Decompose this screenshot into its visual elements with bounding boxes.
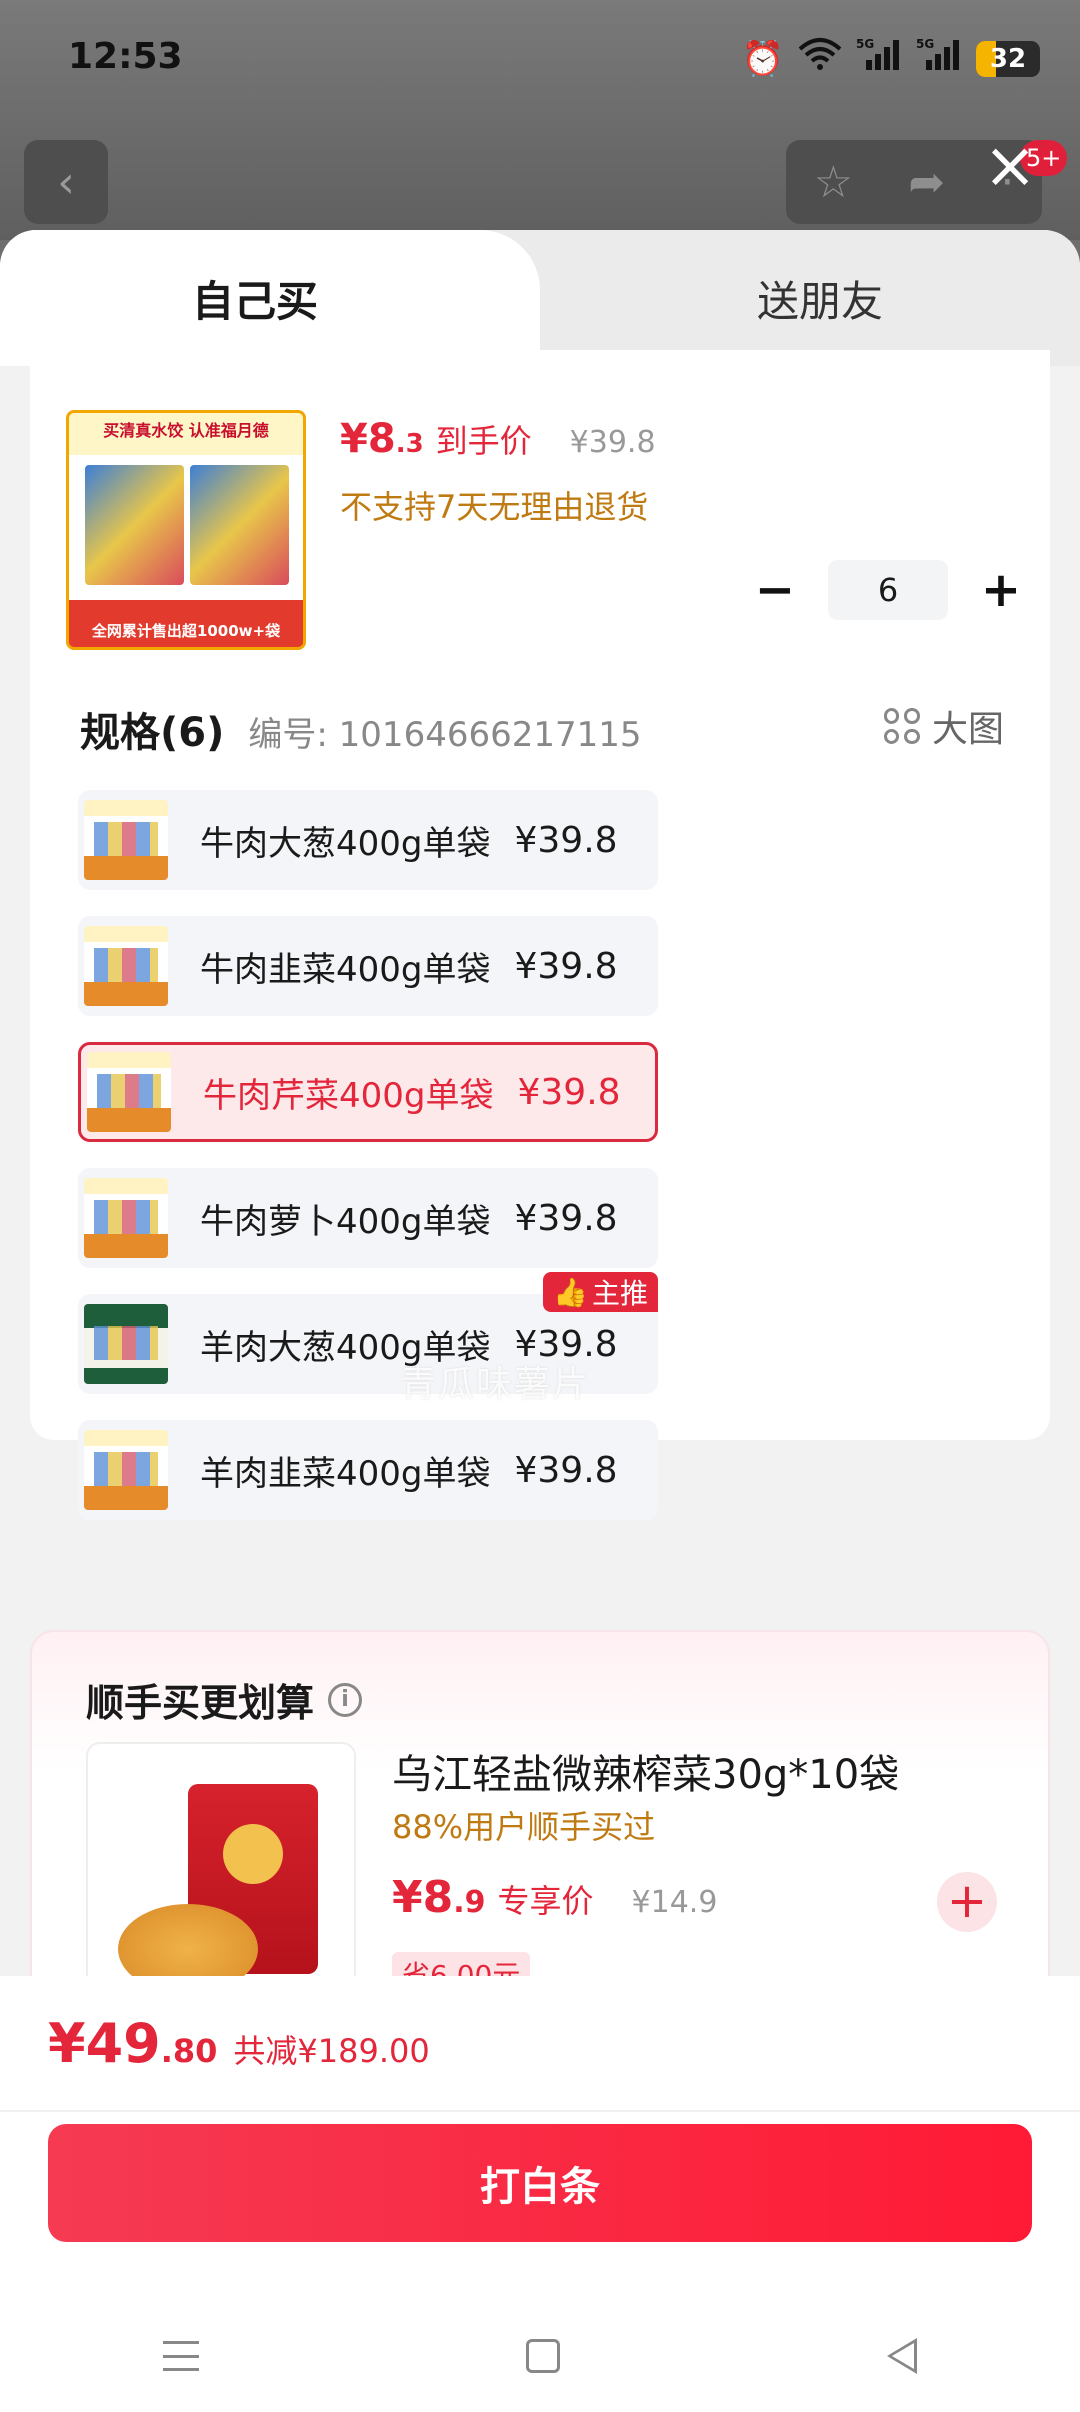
spec-option[interactable]: 牛肉萝卜400g单袋 ¥39.8: [78, 1168, 658, 1268]
bundle-price-label: 专享价: [497, 1882, 594, 1920]
share-icon: ➦: [908, 156, 946, 208]
spec-name: 牛肉萝卜400g单袋: [200, 1201, 491, 1242]
back-icon: ‹: [24, 140, 108, 224]
thumbs-up-icon: 👍: [553, 1275, 588, 1309]
total-row: ¥49.80 共减¥189.00: [48, 2012, 430, 2075]
tab-buy-for-self[interactable]: 自己买: [0, 230, 540, 366]
star-icon: ☆: [813, 156, 854, 208]
svg-text:5G: 5G: [856, 37, 874, 51]
total-integer: 49: [85, 2012, 161, 2075]
spec-name: 牛肉韭菜400g单袋: [200, 949, 491, 990]
battery-level: 32: [989, 43, 1027, 74]
status-time: 12:53: [68, 36, 183, 77]
spec-thumbnail: [84, 1304, 168, 1384]
total-amount: ¥49.80: [48, 2012, 217, 2075]
spec-name: 牛肉芹菜400g单袋: [203, 1075, 494, 1116]
total-discount: 共减¥189.00: [233, 2032, 430, 2070]
spec-price: ¥39.8: [517, 1071, 621, 1113]
signal-5g-icon: 5G: [856, 36, 902, 81]
spec-list: 牛肉大葱400g单袋 ¥39.8 牛肉韭菜400g单袋 ¥39.8 牛肉芹菜40…: [78, 790, 658, 1546]
watermark: 青瓜味薯片: [400, 1364, 591, 1405]
recommended-badge: 👍 主推: [543, 1272, 658, 1312]
tab-bar: 自己买 送朋友: [0, 230, 1080, 366]
back-nav-icon[interactable]: [886, 2338, 917, 2374]
bundle-price: ¥8.9: [392, 1872, 486, 1923]
spec-price: ¥39.8: [514, 819, 618, 861]
grid-icon: [883, 708, 920, 744]
spec-thumbnail: [84, 926, 168, 1006]
increase-button[interactable]: +: [976, 565, 1026, 615]
bundle-original-price: ¥14.9: [631, 1885, 718, 1920]
product-card: 买清真水饺 认准福月德 全网累计售出超1000w+袋 ¥8.3 到手价 ¥39.…: [30, 350, 1050, 1520]
quantity-input[interactable]: 6: [828, 560, 948, 620]
close-icon[interactable]: ×: [980, 134, 1040, 198]
product-image: 买清真水饺 认准福月德 全网累计售出超1000w+袋: [66, 410, 306, 650]
recommended-label: 主推: [591, 1277, 648, 1310]
bundle-price-integer: 8: [422, 1872, 454, 1923]
bundle-title-text: 顺手买更划算: [86, 1681, 315, 1725]
product-image-footer: 全网累计售出超1000w+袋: [91, 622, 281, 640]
bundle-title: 顺手买更划算 i: [86, 1672, 363, 1727]
price-integer: 8: [367, 416, 396, 462]
spec-thumbnail: [84, 800, 168, 880]
system-nav-bar: [0, 2300, 1080, 2412]
spec-thumbnail: [84, 1178, 168, 1258]
decrease-button[interactable]: −: [750, 565, 800, 615]
bundle-offer-card: 顺手买更划算 i 乌江轻盐微辣榨菜30g*10袋 88%用户顺手买过 ¥8.9 …: [30, 1630, 1050, 2030]
spec-option[interactable]: 牛肉韭菜400g单袋 ¥39.8: [78, 916, 658, 1016]
spec-price: ¥39.8: [514, 1449, 618, 1491]
pay-with-baitiao-button[interactable]: 打白条: [48, 2124, 1032, 2242]
return-policy-note: 不支持7天无理由退货: [340, 488, 649, 526]
home-icon[interactable]: [525, 2339, 560, 2373]
signal-5g-icon: 5G: [916, 36, 962, 81]
status-bar: 12:53 ⏰ 5G 5G 32: [0, 0, 1080, 120]
spec-header: 规格(6) 编号: 10164666217115: [80, 700, 642, 758]
svg-text:5G: 5G: [916, 37, 934, 51]
spec-price: ¥39.8: [514, 1197, 618, 1239]
final-price-label: 到手价: [435, 422, 532, 460]
product-image-bags: [85, 465, 289, 585]
menu-icon[interactable]: [163, 2341, 200, 2371]
price-row: ¥8.3 到手价 ¥39.8: [340, 416, 656, 462]
spec-option[interactable]: 羊肉韭菜400g单袋 ¥39.8: [78, 1420, 658, 1520]
add-bundle-button[interactable]: +: [937, 1872, 997, 1932]
status-icons: ⏰ 5G 5G 32: [742, 36, 1040, 81]
large-image-label: 大图: [931, 709, 1004, 750]
original-price: ¥39.8: [569, 425, 656, 460]
bundle-price-row: ¥8.9 专享价 ¥14.9: [392, 1872, 717, 1923]
quantity-stepper: − 6 +: [750, 560, 1026, 620]
product-image-caption: 买清真水饺 认准福月德: [103, 421, 269, 440]
info-icon[interactable]: i: [328, 1682, 363, 1717]
total-symbol: ¥: [48, 2012, 86, 2075]
alarm-icon: ⏰: [741, 38, 784, 79]
spec-title: 规格(6): [80, 710, 225, 756]
battery-icon: 32: [976, 40, 1040, 77]
tab-gift-friend[interactable]: 送朋友: [560, 230, 1080, 366]
product-code: 编号: 10164666217115: [248, 715, 642, 755]
spec-thumbnail: [84, 1430, 168, 1510]
bundle-product-image[interactable]: [86, 1742, 356, 2012]
divider: [0, 2110, 1080, 2112]
spec-name: 羊肉韭菜400g单袋: [200, 1453, 491, 1494]
large-image-toggle[interactable]: 大图: [883, 700, 1004, 752]
price-symbol: ¥: [340, 416, 368, 462]
wifi-icon: [798, 37, 842, 80]
bundle-bought-rate: 88%用户顺手买过: [392, 1808, 656, 1846]
bundle-price-decimal: .9: [453, 1885, 486, 1920]
final-price: ¥8.3: [340, 416, 424, 462]
bundle-price-symbol: ¥: [392, 1872, 423, 1923]
price-decimal: .3: [395, 429, 424, 459]
total-decimal: .80: [160, 2032, 218, 2070]
spec-name: 牛肉大葱400g单袋: [200, 823, 491, 864]
bundle-product-name[interactable]: 乌江轻盐微辣榨菜30g*10袋: [392, 1742, 899, 1800]
spec-thumbnail: [87, 1052, 171, 1132]
spec-option[interactable]: 牛肉大葱400g单袋 ¥39.8: [78, 790, 658, 890]
spec-option-selected[interactable]: 牛肉芹菜400g单袋 ¥39.8: [78, 1042, 658, 1142]
spec-price: ¥39.8: [514, 945, 618, 987]
